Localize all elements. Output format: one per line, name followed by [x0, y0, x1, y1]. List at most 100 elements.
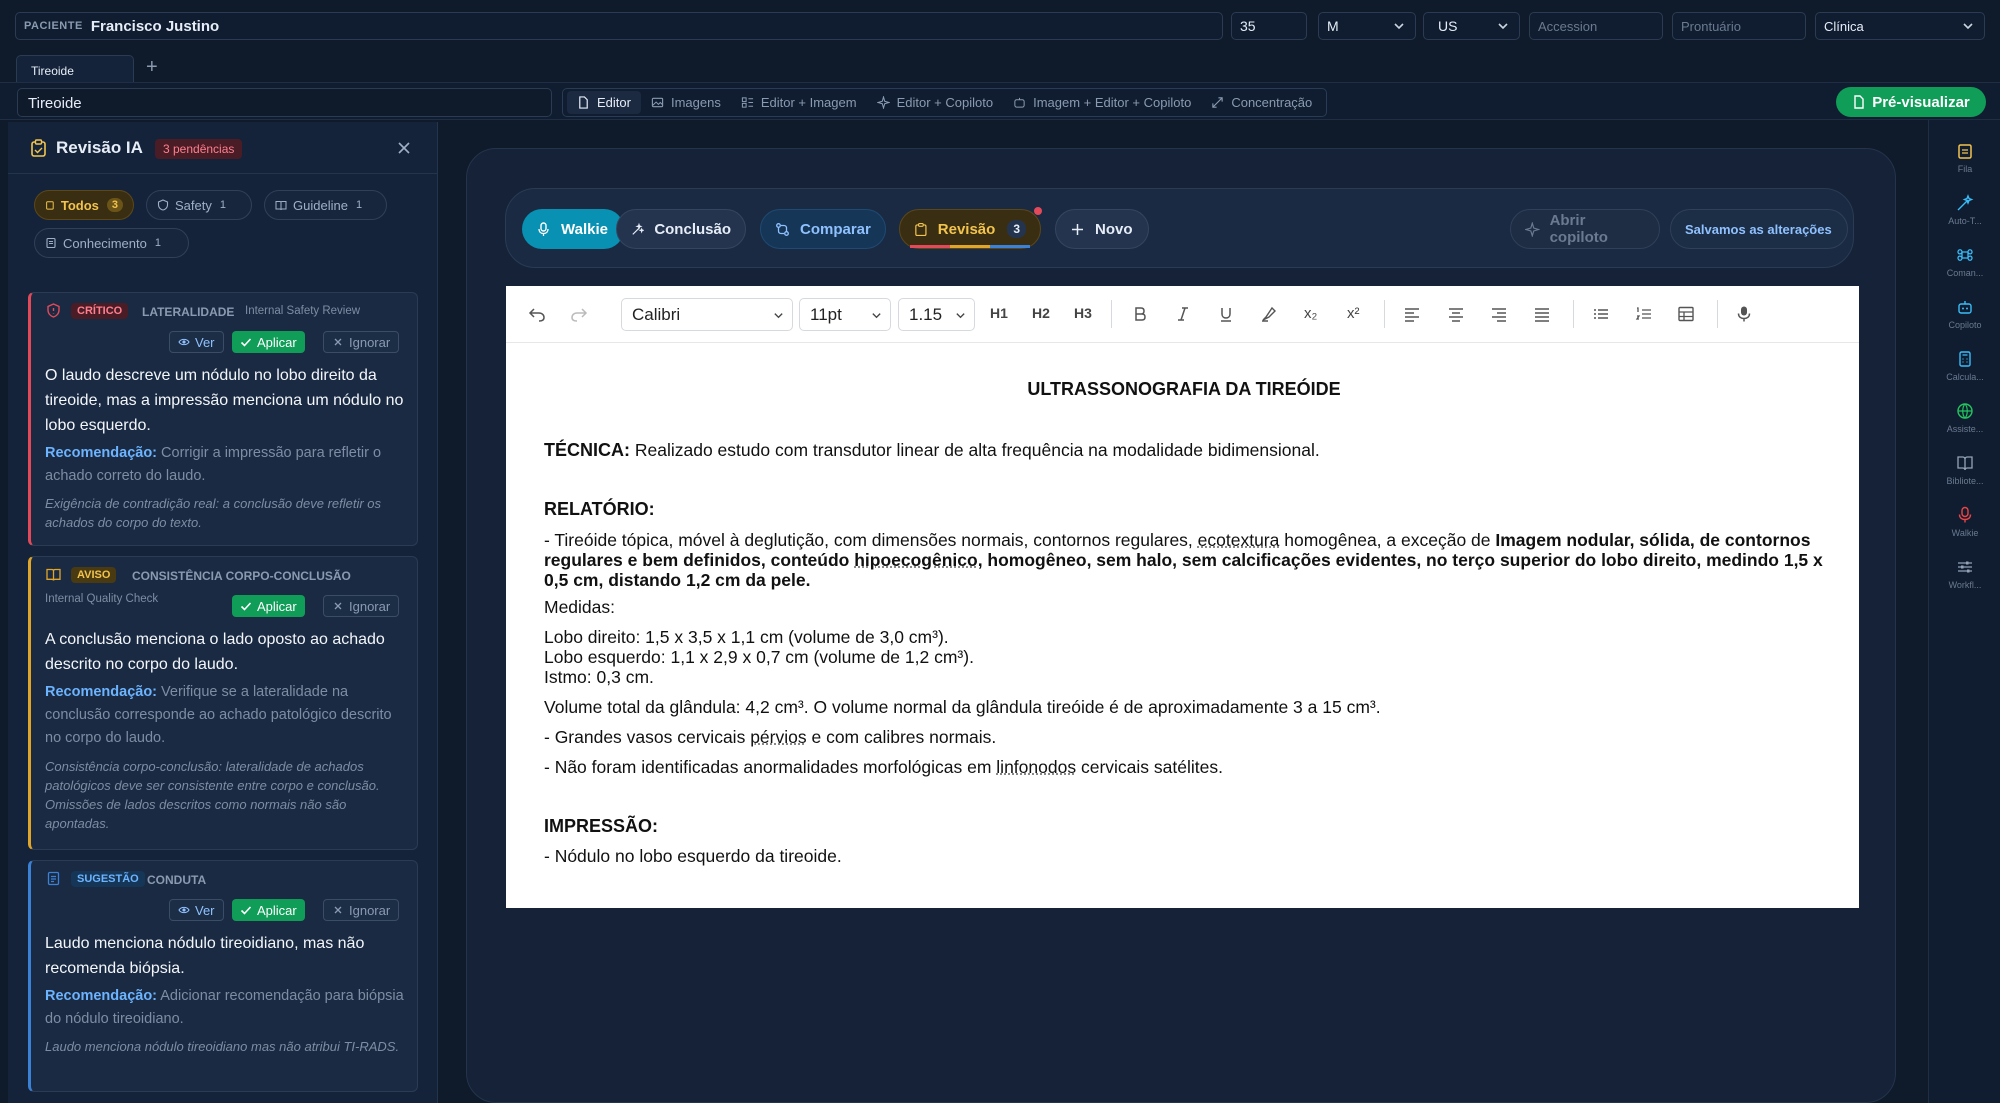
- mode-images[interactable]: Imagens: [641, 91, 731, 114]
- italic-icon[interactable]: [1174, 305, 1192, 323]
- align-left-icon[interactable]: [1403, 305, 1421, 323]
- line-height-select[interactable]: 1.15: [898, 298, 975, 331]
- card-recommendation: Recomendação: Corrigir a impressão para …: [45, 442, 407, 488]
- patient-header: PACIENTE Francisco Justino 35 M US Acces…: [0, 0, 2000, 52]
- document-icon: [46, 237, 56, 249]
- conclusion-label: Conclusão: [654, 220, 731, 238]
- mode-focus[interactable]: Concentração: [1201, 91, 1322, 114]
- filter-guideline-count: 1: [355, 199, 363, 211]
- ai-review-panel: Revisão IA 3 pendências Todos 3 Safety 1…: [8, 122, 438, 1103]
- preview-button[interactable]: Pré-visualizar: [1836, 87, 1986, 117]
- mode-editor[interactable]: Editor: [567, 91, 641, 114]
- rail-calculator[interactable]: Calcula...: [1929, 350, 2000, 382]
- rail-commands[interactable]: Coman...: [1929, 246, 2000, 278]
- rail-walkie[interactable]: Walkie: [1929, 506, 2000, 538]
- justify-icon[interactable]: [1533, 305, 1551, 323]
- card-note: Exigência de contradição real: a conclus…: [45, 496, 382, 530]
- view-button[interactable]: Ver: [169, 899, 224, 921]
- filter-knowledge-label: Conhecimento: [63, 235, 147, 251]
- rail-auto-text[interactable]: Auto-T...: [1929, 194, 2000, 226]
- filter-guideline[interactable]: Guideline 1: [264, 190, 387, 220]
- undo-icon[interactable]: [528, 305, 546, 323]
- sliders-icon: [1958, 561, 1972, 573]
- ignore-button[interactable]: Ignorar: [323, 595, 400, 617]
- chevron-down-icon: [1963, 23, 1973, 30]
- apply-button[interactable]: Aplicar: [232, 331, 305, 353]
- rail-library[interactable]: Bibliote...: [1929, 454, 2000, 486]
- underline-icon[interactable]: [1217, 305, 1235, 323]
- document-page[interactable]: Calibri 11pt 1.15 H1 H2 H3 x₂ x² ULTRASS…: [506, 286, 1859, 908]
- close-icon[interactable]: [396, 140, 412, 156]
- font-size-select[interactable]: 11pt: [799, 298, 891, 331]
- h1-button[interactable]: H1: [990, 305, 1008, 321]
- numbered-list-icon[interactable]: [1635, 305, 1653, 323]
- tab-tireoide[interactable]: Tireoide: [16, 55, 134, 82]
- volume-paragraph: Volume total da glândula: 4,2 cm³. O vol…: [544, 697, 1381, 717]
- rail-fila[interactable]: Fila: [1929, 142, 2000, 174]
- font-family-select[interactable]: Calibri: [621, 298, 793, 331]
- close-icon: [334, 602, 342, 610]
- h3-button[interactable]: H3: [1074, 305, 1092, 321]
- walkie-button[interactable]: Walkie: [522, 209, 624, 249]
- mode-editor-image[interactable]: Editor + Imagem: [731, 91, 867, 114]
- apply-button[interactable]: Aplicar: [232, 595, 305, 617]
- align-right-icon[interactable]: [1490, 305, 1508, 323]
- modality-select[interactable]: US: [1423, 12, 1520, 40]
- highlighter-icon[interactable]: [1260, 305, 1278, 323]
- add-tab-button[interactable]: +: [146, 56, 158, 79]
- superscript-button[interactable]: x²: [1347, 305, 1360, 322]
- record-input[interactable]: Prontuário: [1672, 12, 1806, 40]
- mode-image-editor-copilot[interactable]: Imagem + Editor + Copiloto: [1003, 91, 1201, 114]
- check-icon: [240, 602, 252, 611]
- rail-workflow[interactable]: Workfl...: [1929, 558, 2000, 590]
- technique-label: TÉCNICA:: [544, 440, 630, 460]
- mode-images-label: Imagens: [670, 95, 721, 110]
- new-button[interactable]: Novo: [1055, 209, 1149, 249]
- rail-assistant[interactable]: Assiste...: [1929, 402, 2000, 434]
- filter-knowledge[interactable]: Conhecimento 1: [34, 228, 189, 258]
- review-button[interactable]: Revisão 3: [899, 207, 1042, 249]
- eye-icon: [178, 338, 190, 346]
- line-height-value: 1.15: [909, 305, 943, 324]
- subscript-button[interactable]: x₂: [1304, 305, 1317, 322]
- apply-button[interactable]: Aplicar: [232, 899, 305, 921]
- align-center-icon[interactable]: [1447, 305, 1465, 323]
- ignore-button[interactable]: Ignorar: [323, 331, 400, 353]
- clinic-select[interactable]: Clínica: [1815, 12, 1985, 40]
- report-text: - Tireóide tópica, móvel à deglutição, c…: [544, 530, 1198, 550]
- compare-button[interactable]: Comparar: [760, 209, 886, 249]
- sex-select[interactable]: M: [1318, 12, 1416, 40]
- nodes-paragraph: - Não foram identificadas anormalidades …: [544, 757, 1826, 777]
- rail-label: Copiloto: [1948, 320, 1982, 330]
- ignore-button[interactable]: Ignorar: [323, 899, 400, 921]
- mode-editor-copilot[interactable]: Editor + Copiloto: [867, 91, 1003, 114]
- report-text-underlined: ecotextura: [1197, 530, 1280, 550]
- accession-input[interactable]: Accession: [1529, 12, 1663, 40]
- card-message: A conclusão menciona o lado oposto ao ac…: [45, 631, 385, 673]
- patient-name-field[interactable]: PACIENTE Francisco Justino: [15, 12, 1223, 40]
- h2-button[interactable]: H2: [1032, 305, 1050, 321]
- chevron-down-icon: [956, 313, 965, 319]
- panel-header: Revisão IA 3 pendências: [8, 122, 437, 174]
- card-category: CONDUTA: [147, 873, 207, 887]
- report-title-input[interactable]: Tireoide: [17, 88, 552, 117]
- filter-todos[interactable]: Todos 3: [34, 190, 134, 220]
- conclusion-button[interactable]: Conclusão: [616, 209, 746, 249]
- view-button[interactable]: Ver: [169, 331, 224, 353]
- filter-safety[interactable]: Safety 1: [146, 190, 252, 220]
- impression-heading: IMPRESSÃO:: [544, 816, 659, 836]
- mic-icon[interactable]: [1735, 305, 1753, 323]
- compare-icon: [776, 222, 789, 236]
- redo-icon[interactable]: [570, 305, 588, 323]
- open-copilot-button[interactable]: Abrir copiloto: [1510, 209, 1660, 249]
- bullet-list-icon[interactable]: [1592, 305, 1610, 323]
- bold-icon[interactable]: [1131, 305, 1149, 323]
- rail-copilot[interactable]: Copiloto: [1929, 298, 2000, 330]
- check-icon: [240, 338, 252, 347]
- chevron-down-icon: [1498, 23, 1508, 30]
- format-toolbar: Calibri 11pt 1.15 H1 H2 H3 x₂ x²: [506, 286, 1859, 343]
- measures-heading: Medidas:: [544, 597, 616, 617]
- table-icon[interactable]: [1677, 305, 1695, 323]
- age-field[interactable]: 35: [1231, 12, 1307, 40]
- severity-bar: [910, 245, 1030, 248]
